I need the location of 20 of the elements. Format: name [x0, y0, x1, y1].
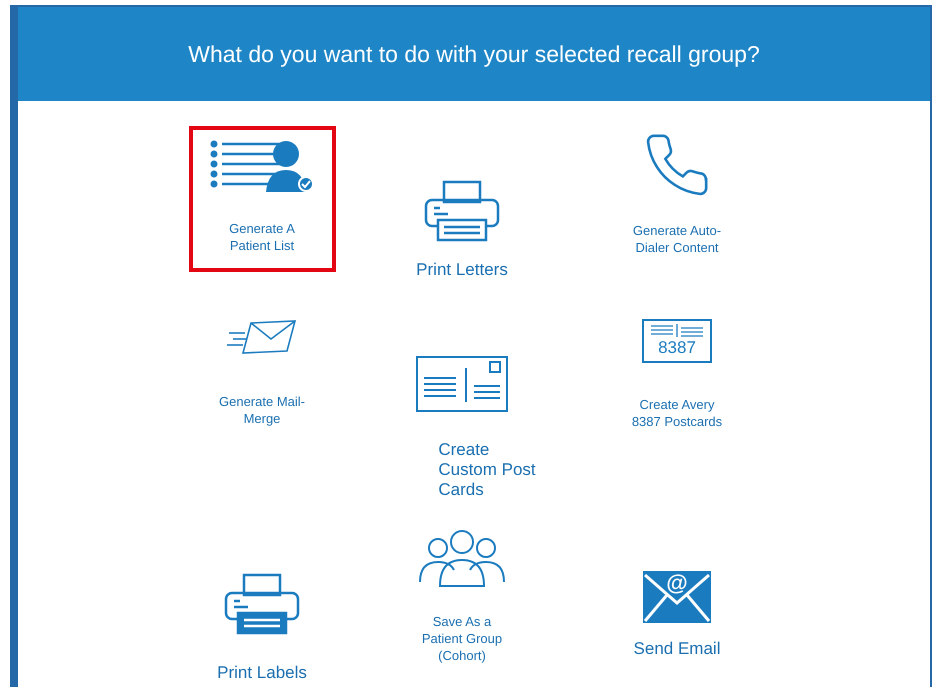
option-label: Save As a Patient Group (Cohort) [422, 613, 502, 664]
postcard-number: 8387 [658, 339, 696, 357]
option-label: Print Letters [416, 260, 508, 280]
option-label: Print Labels [217, 663, 307, 683]
header-title: What do you want to do with your selected recall group? [188, 40, 760, 69]
envelope-icon [226, 319, 297, 355]
printer-icon [422, 180, 502, 244]
email-icon [643, 571, 711, 623]
option-label: Generate Mail- Merge [219, 393, 305, 427]
option-label: Create Custom Post Cards [438, 440, 536, 500]
printer-icon [222, 573, 302, 637]
at-sign: @ [666, 571, 688, 595]
option-label: Generate A Patient List [229, 220, 295, 254]
option-label: Create Avery 8387 Postcards [632, 396, 722, 430]
option-label: Send Email [634, 639, 720, 659]
option-label: Generate Auto- Dialer Content [632, 222, 722, 256]
option-button[interactable]: Generate A Patient List [188, 126, 336, 272]
postcard-icon [416, 356, 508, 412]
address-lines-icon [649, 324, 705, 338]
patient-list-icon [210, 140, 314, 192]
